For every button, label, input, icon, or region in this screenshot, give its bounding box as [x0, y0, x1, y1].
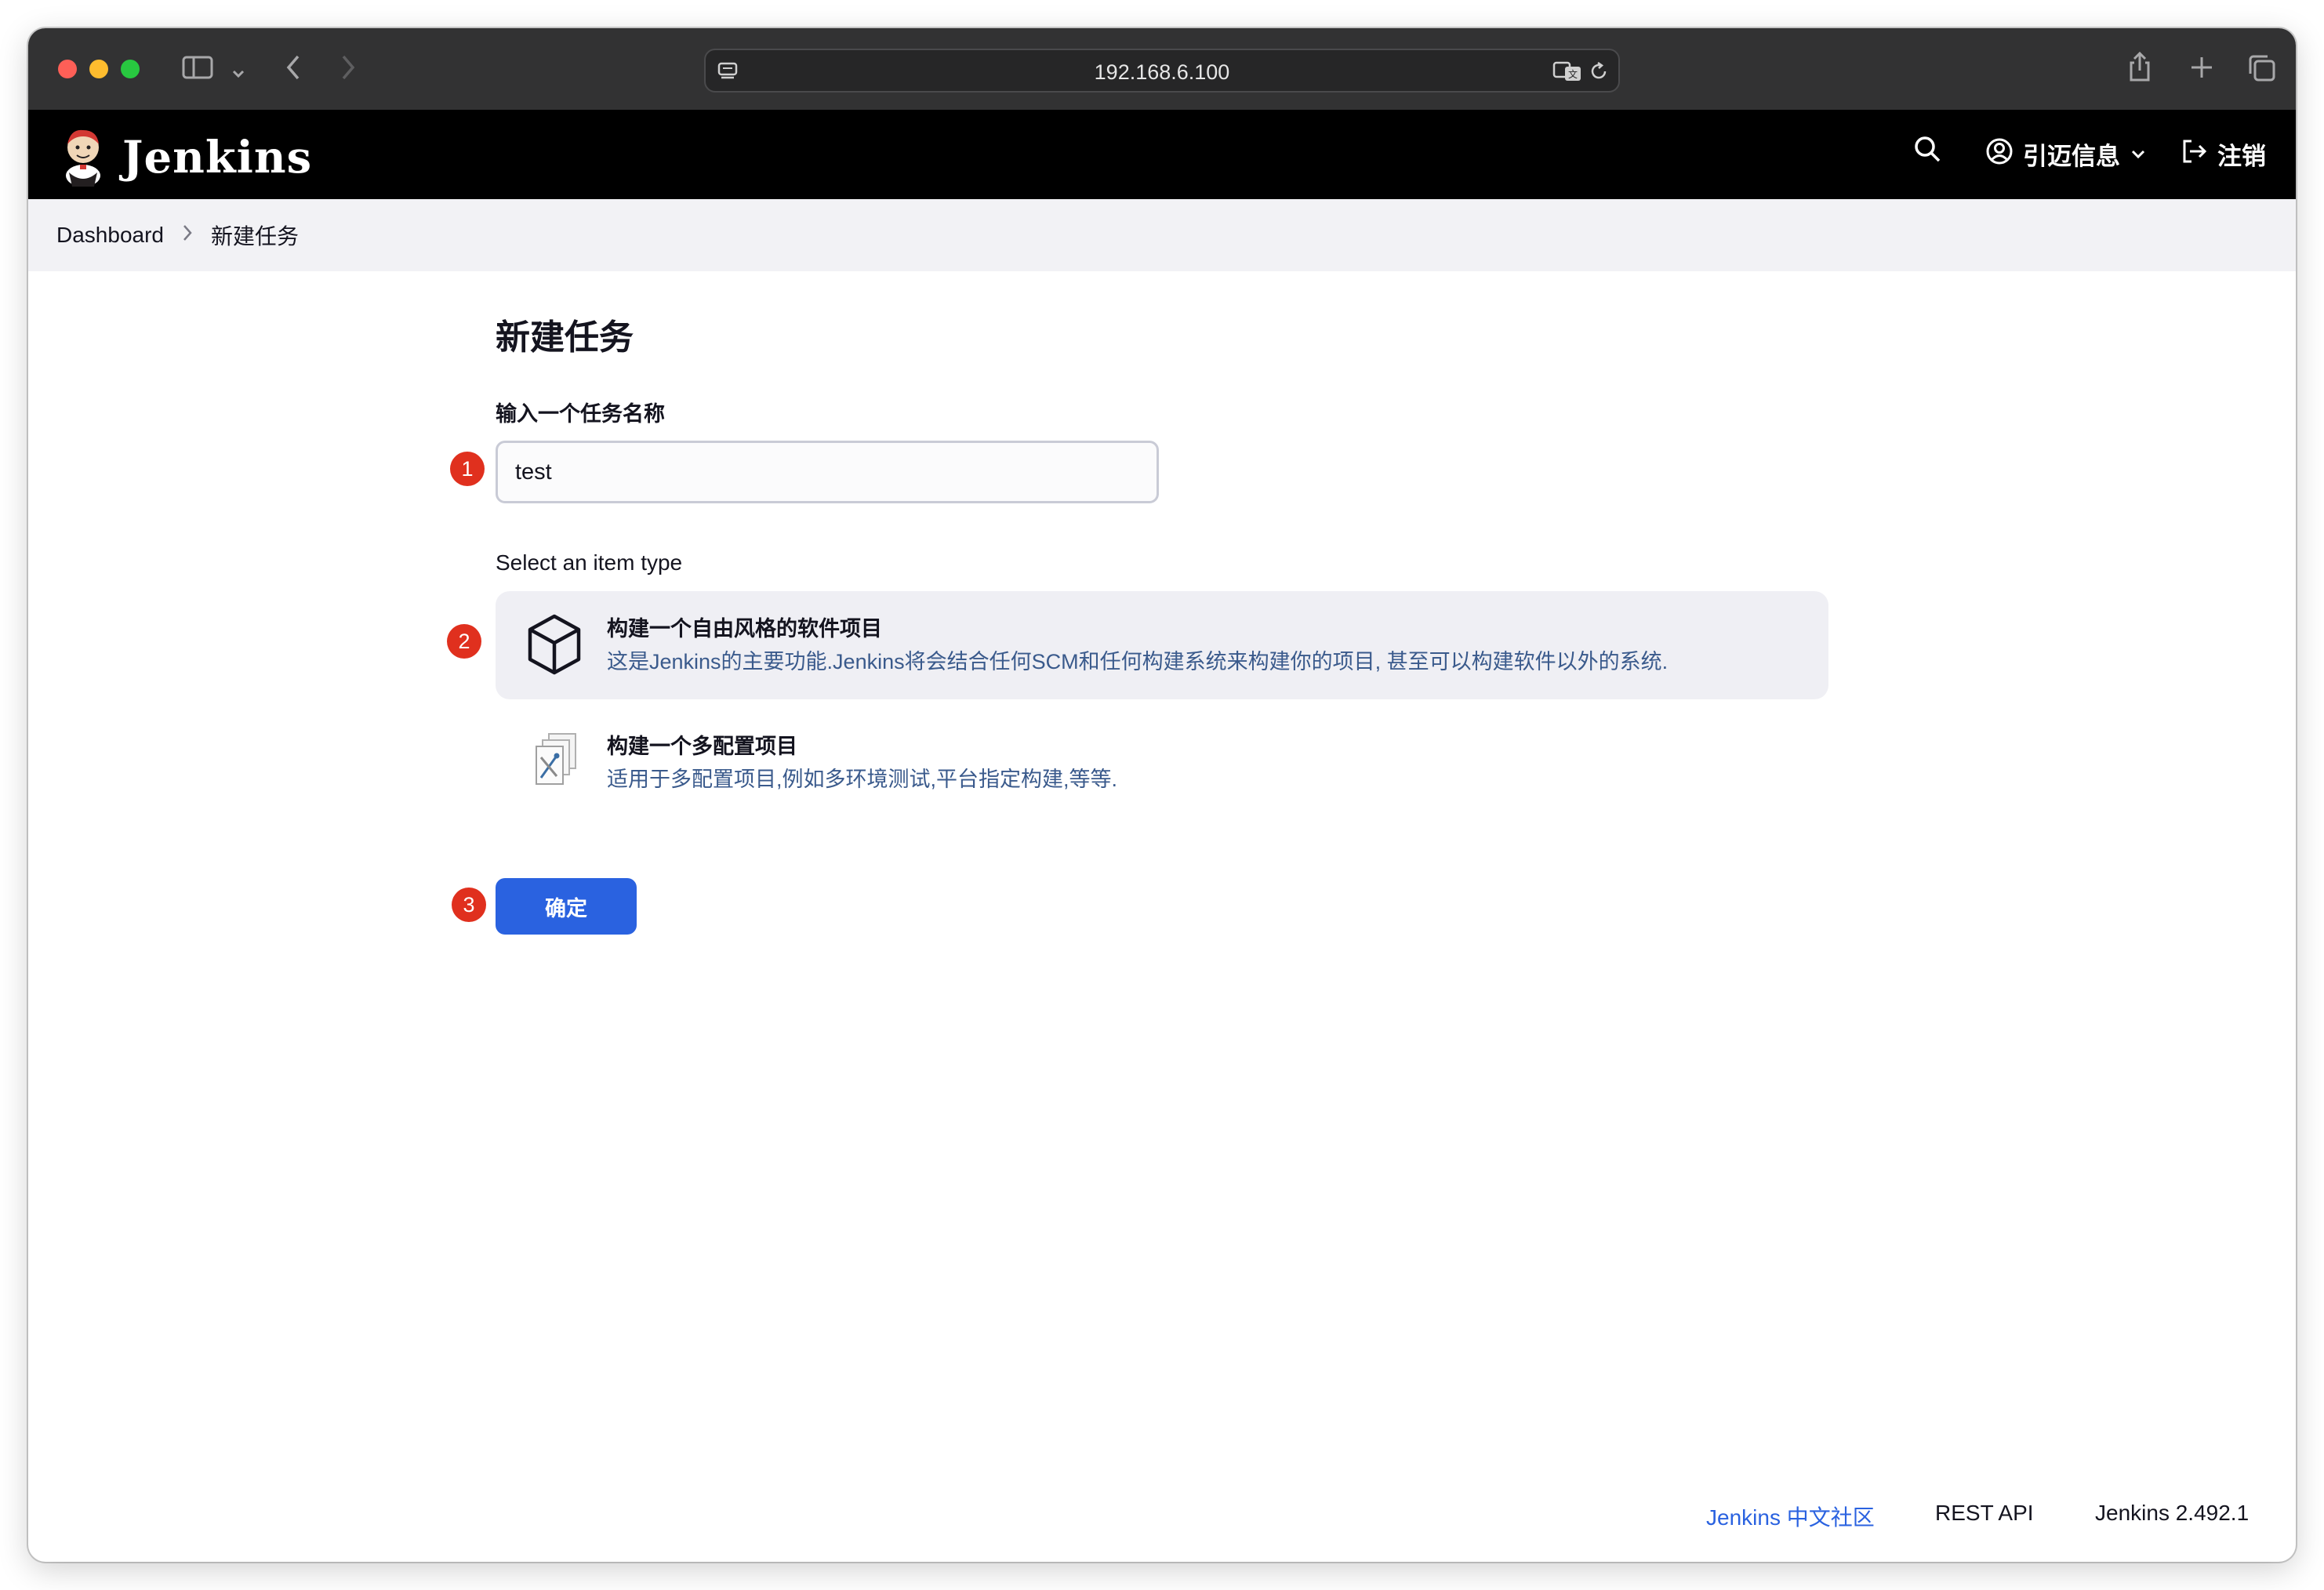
back-icon[interactable] [284, 53, 303, 86]
logout-label: 注销 [2217, 143, 2266, 170]
jenkins-home-link[interactable]: Jenkins [58, 124, 312, 191]
new-tab-icon[interactable] [2189, 55, 2214, 85]
item-type-title: 构建一个多配置项目 [607, 735, 797, 758]
jenkins-brand: Jenkins [122, 131, 313, 183]
package-box-icon [524, 612, 585, 677]
item-type-description: 这是Jenkins的主要功能.Jenkins将会结合任何SCM和任何构建系统来构… [607, 650, 1669, 673]
annotation-badge-3: 3 [452, 888, 486, 922]
share-icon[interactable] [2126, 50, 2153, 88]
chevron-down-icon [2130, 140, 2147, 169]
user-menu[interactable]: 引迈信息 [1985, 136, 2147, 172]
footer-rest-api-link[interactable]: REST API [1935, 1501, 2034, 1526]
ok-button[interactable]: 确定 [496, 878, 637, 935]
reload-icon[interactable] [1587, 60, 1610, 87]
breadcrumb-dashboard[interactable]: Dashboard [56, 223, 164, 248]
footer-community-link[interactable]: Jenkins 中文社区 [1706, 1501, 1875, 1532]
logout-icon [2180, 137, 2208, 172]
footer-version[interactable]: Jenkins 2.492.1 [2095, 1501, 2249, 1526]
minimize-window-button[interactable] [89, 60, 108, 78]
translate-icon[interactable]: 文 [1552, 60, 1582, 87]
breadcrumb: Dashboard 新建任务 [28, 199, 2296, 271]
logout-button[interactable]: 注销 [2180, 136, 2266, 172]
search-icon[interactable] [1912, 133, 1943, 165]
user-name: 引迈信息 [2023, 143, 2120, 170]
breadcrumb-new-item[interactable]: 新建任务 [211, 220, 299, 251]
item-name-label: 输入一个任务名称 [496, 402, 665, 426]
svg-text:文: 文 [1568, 68, 1578, 80]
sidebar-toggle-icon[interactable] [182, 55, 213, 85]
user-icon [1985, 137, 2014, 172]
zoom-window-button[interactable] [121, 60, 140, 78]
browser-toolbar: 192.168.6.100 文 [28, 28, 2296, 111]
close-window-button[interactable] [58, 60, 77, 78]
item-type-title: 构建一个自由风格的软件项目 [607, 617, 882, 641]
address-bar[interactable]: 192.168.6.100 文 [704, 49, 1620, 93]
forward-icon[interactable] [339, 53, 358, 86]
annotation-badge-1: 1 [450, 452, 485, 486]
item-type-description: 适用于多配置项目,例如多环境测试,平台指定构建,等等. [607, 768, 1118, 791]
item-type-label: Select an item type [496, 550, 683, 575]
annotation-badge-2: 2 [447, 624, 481, 659]
jenkins-logo-icon [58, 124, 108, 191]
chevron-down-icon[interactable] [231, 60, 246, 86]
browser-window: 192.168.6.100 文 Jenkins 引迈信息 注销 Dashboar… [28, 28, 2296, 1562]
tab-overview-icon[interactable] [2247, 53, 2277, 88]
multi-config-icon [524, 729, 585, 795]
item-type-multi-config[interactable]: 构建一个多配置项目 适用于多配置项目,例如多环境测试,平台指定构建,等等. [496, 709, 1828, 817]
url-text: 192.168.6.100 [1094, 60, 1230, 84]
page-title: 新建任务 [496, 318, 634, 357]
jenkins-header: Jenkins 引迈信息 注销 [28, 110, 2296, 199]
chevron-right-icon [181, 223, 194, 249]
item-name-input[interactable] [496, 441, 1159, 503]
item-type-freestyle[interactable]: 构建一个自由风格的软件项目 这是Jenkins的主要功能.Jenkins将会结合… [496, 591, 1828, 699]
